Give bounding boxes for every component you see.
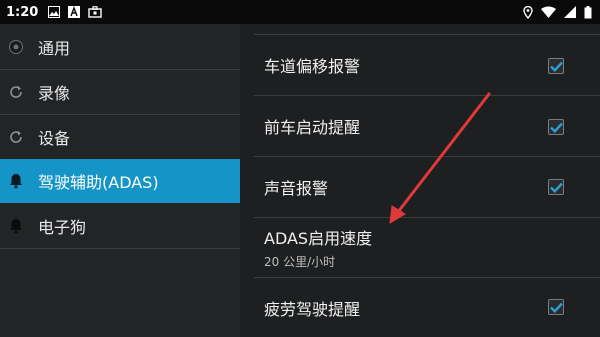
setting-sound-alarm[interactable]: 声音报警: [254, 157, 600, 217]
setting-title: 疲劳驾驶提醒: [264, 299, 361, 319]
checkbox-fatigue-driving[interactable]: [548, 299, 564, 315]
sidebar-item-adas[interactable]: 驾驶辅助(ADAS): [0, 159, 240, 203]
sidebar-item-label: 设备: [38, 129, 71, 148]
checkbox-lane-departure[interactable]: [548, 58, 564, 74]
setting-title: ADAS启用速度: [264, 229, 373, 248]
settings-sidebar: 通用 录像 设备 驾驶辅助(ADAS) 电子狗: [0, 24, 240, 337]
sidebar-item-radar[interactable]: 电子狗: [0, 204, 240, 248]
refresh-icon: [8, 84, 24, 100]
sidebar-item-recording[interactable]: 录像: [0, 70, 240, 114]
status-icons-left: [48, 6, 103, 18]
checkbox-sound-alarm[interactable]: [548, 179, 564, 195]
sidebar-item-label: 通用: [38, 38, 71, 58]
refresh-icon: [8, 129, 24, 145]
sidebar-item-label: 录像: [38, 84, 71, 103]
setting-fatigue-driving-reminder[interactable]: 疲劳驾驶提醒: [254, 278, 600, 337]
divider: [0, 248, 240, 249]
bell-icon: [8, 173, 24, 189]
image-icon: [48, 6, 61, 18]
setting-front-car-start-reminder[interactable]: 前车启动提醒: [254, 96, 600, 156]
sidebar-item-label: 驾驶辅助(ADAS): [38, 173, 159, 192]
wifi-icon: [541, 6, 556, 18]
text-a-icon: [68, 6, 81, 18]
battery-icon: [584, 5, 592, 19]
location-icon: [523, 5, 533, 19]
setting-title: 前车启动提醒: [264, 118, 361, 137]
status-icons-right: [523, 0, 592, 24]
sidebar-item-device[interactable]: 设备: [0, 115, 240, 159]
briefcase-icon: [88, 6, 103, 18]
setting-adas-enable-speed[interactable]: ADAS启用速度 20 公里/小时: [254, 218, 600, 277]
status-time: 1:20: [6, 4, 39, 20]
setting-lane-departure-warning[interactable]: 车道偏移报警: [254, 35, 600, 95]
setting-title: 车道偏移报警: [264, 57, 361, 76]
checkbox-front-car-start[interactable]: [548, 119, 564, 135]
status-bar: 1:20: [0, 0, 600, 24]
bell-icon: [8, 218, 24, 234]
gear-icon: [8, 39, 24, 55]
setting-title: 声音报警: [264, 179, 329, 198]
adas-settings-list: 车道偏移报警 前车启动提醒 声音报警 ADAS启用速度 20 公里/小时 疲劳驾…: [240, 24, 600, 337]
sidebar-item-label: 电子狗: [38, 218, 87, 237]
sidebar-item-general[interactable]: 通用: [0, 24, 240, 69]
signal-icon: [564, 6, 576, 18]
setting-summary: 20 公里/小时: [264, 255, 336, 269]
